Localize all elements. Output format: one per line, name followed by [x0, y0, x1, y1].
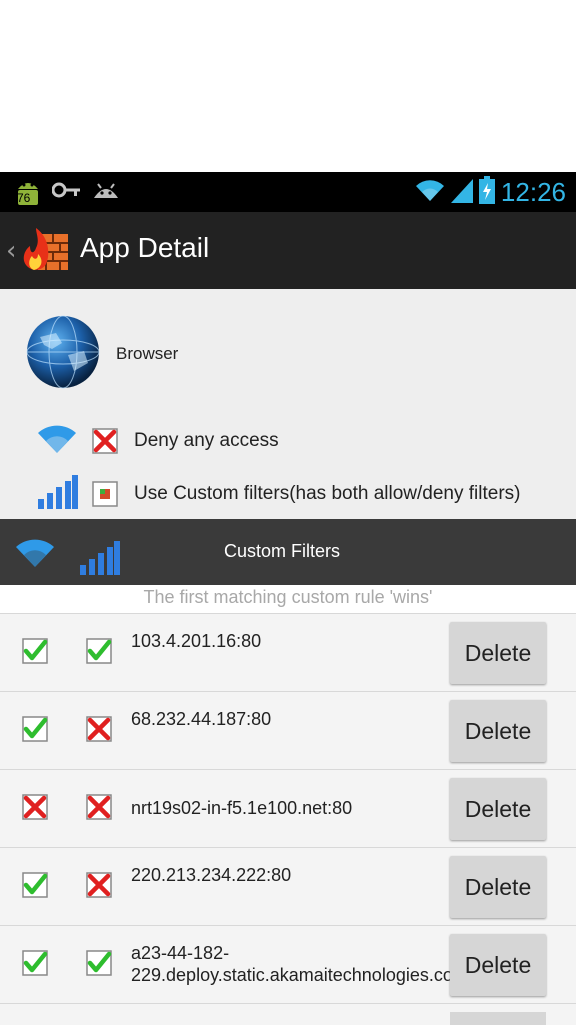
top-blank-area	[0, 0, 576, 172]
rule-address: a23-44-182-229.deploy.static.akamaitechn…	[131, 943, 493, 985]
globe-icon	[26, 315, 100, 393]
app-name: Browser	[116, 344, 179, 363]
wifi-rule-checkbox[interactable]	[22, 794, 48, 820]
rule-row-partial	[0, 1003, 576, 1025]
rule-row: nrt19s02-in-f5.1e100.net:80 Delete	[0, 769, 576, 848]
wifi-rule-checkbox[interactable]	[22, 638, 48, 664]
wifi-rule-checkbox[interactable]	[22, 872, 48, 898]
page-title: App Detail	[80, 232, 210, 263]
wifi-rule-checkbox[interactable]	[22, 950, 48, 976]
wifi-column-icon	[14, 537, 56, 573]
mobile-rule-checkbox[interactable]	[86, 950, 112, 976]
rule-row: 220.213.234.222:80 Delete	[0, 847, 576, 926]
deny-access-label: Deny any access	[134, 430, 279, 451]
mobile-rule-checkbox[interactable]	[86, 794, 112, 820]
status-bar: 76 12:26	[0, 172, 576, 212]
android-icon: 76	[14, 177, 42, 207]
android-head-icon	[92, 180, 120, 204]
delete-button[interactable]: Delete	[450, 934, 546, 996]
delete-button[interactable]: Delete	[450, 778, 546, 840]
battery-level-badge: 76	[17, 191, 31, 205]
deny-access-option[interactable]: Deny any access	[36, 423, 279, 459]
back-icon[interactable]: ‹	[6, 236, 16, 266]
rule-address: 220.213.234.222:80	[131, 865, 292, 885]
app-info: Browser	[26, 315, 178, 393]
mobile-rule-checkbox[interactable]	[86, 872, 112, 898]
rule-row: 68.232.44.187:80 Delete	[0, 691, 576, 770]
delete-button[interactable]: Delete	[450, 700, 546, 762]
deny-access-checkbox[interactable]	[92, 428, 118, 454]
custom-filters-option[interactable]: Use Custom filters(has both allow/deny f…	[36, 475, 520, 513]
mobile-rule-checkbox[interactable]	[86, 638, 112, 664]
custom-filters-label: Use Custom filters(has both allow/deny f…	[134, 483, 521, 504]
firewall-icon[interactable]	[20, 226, 70, 276]
key-icon	[51, 182, 82, 202]
rule-address: 68.232.44.187:80	[131, 709, 272, 729]
rule-address: 103.4.201.16:80	[131, 631, 262, 651]
app-detail-panel: Browser Deny any access Use Custom filte…	[0, 289, 576, 519]
mobile-rule-checkbox[interactable]	[86, 716, 112, 742]
custom-filters-checkbox[interactable]	[92, 481, 118, 507]
delete-button-partial[interactable]	[450, 1012, 546, 1025]
rule-row: a23-44-182-229.deploy.static.akamaitechn…	[0, 925, 576, 1004]
cell-signal-icon	[36, 475, 78, 513]
action-bar: ‹ App Detail	[0, 212, 576, 289]
wifi-icon	[36, 423, 78, 459]
rule-hint: The first matching custom rule 'wins'	[143, 587, 433, 607]
custom-filters-title: Custom Filters	[224, 541, 341, 561]
mobile-column-icon	[78, 541, 120, 579]
wifi-icon	[415, 177, 445, 207]
battery-icon	[478, 176, 495, 208]
custom-filters-header: Custom Filters	[0, 519, 576, 585]
wifi-rule-checkbox[interactable]	[22, 716, 48, 742]
delete-button[interactable]: Delete	[450, 622, 546, 684]
rule-row: 103.4.201.16:80 Delete	[0, 613, 576, 692]
clock: 12:26	[500, 176, 566, 207]
cell-signal-icon	[450, 177, 473, 207]
rule-address: nrt19s02-in-f5.1e100.net:80	[131, 798, 353, 818]
delete-button[interactable]: Delete	[450, 856, 546, 918]
